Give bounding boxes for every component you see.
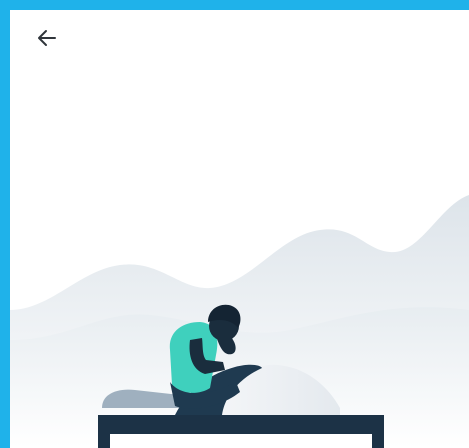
screen-frame [10,10,469,448]
sad-person-illustration [10,195,469,448]
bed-inner [110,434,372,448]
